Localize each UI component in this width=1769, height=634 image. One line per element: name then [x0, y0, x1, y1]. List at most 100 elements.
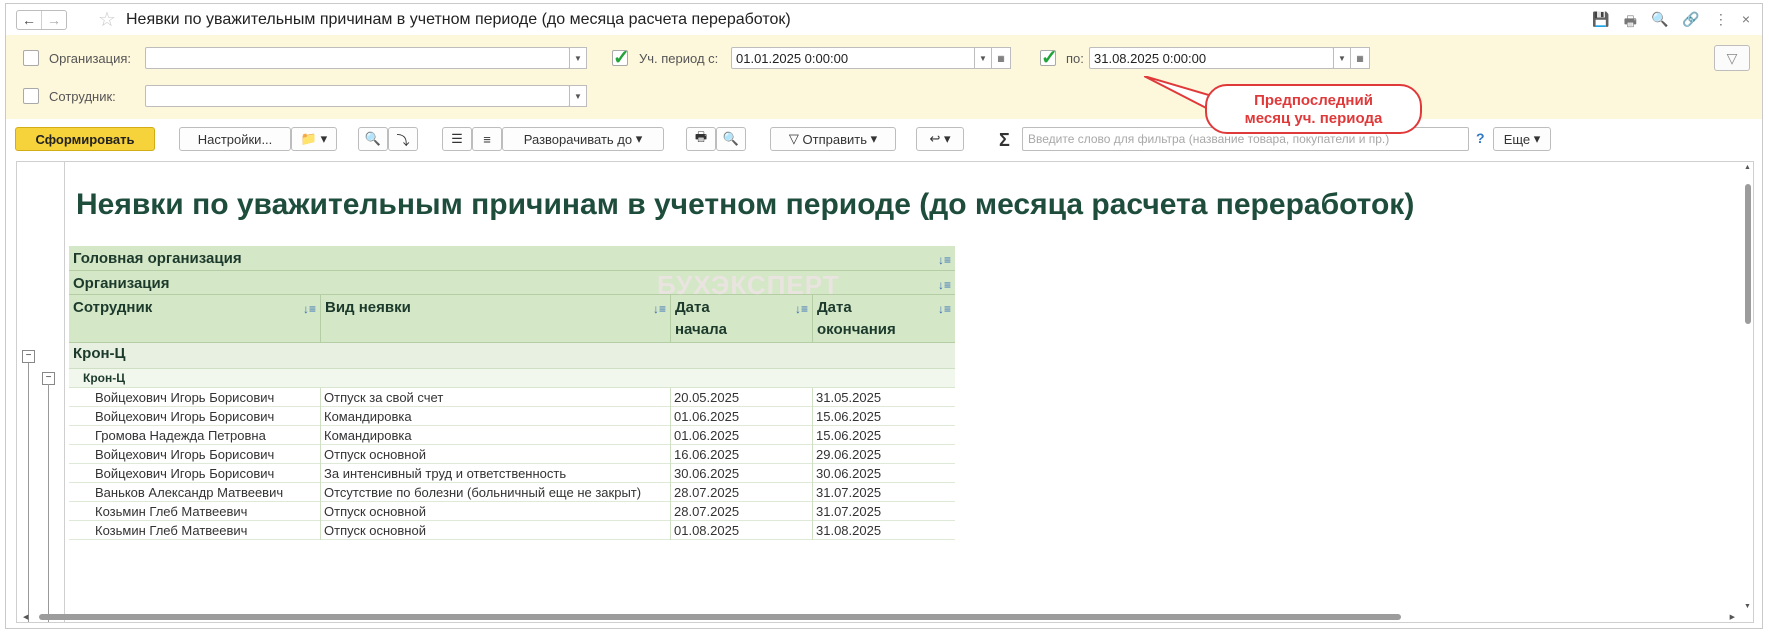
cell-end[interactable]: 31.07.2025	[813, 483, 955, 502]
cell-type[interactable]: Отсутствие по болезни (больничный еще не…	[321, 483, 671, 502]
col-employee-header[interactable]: Сотрудник ↓≡	[69, 295, 321, 342]
cell-type[interactable]: Командировка	[321, 426, 671, 445]
more-button[interactable]: Еще ▾	[1493, 127, 1551, 151]
variants-menu-button[interactable]: 📁 ▾	[291, 127, 337, 151]
period-from-dropdown-icon[interactable]: ▼	[974, 47, 992, 69]
period-from-field[interactable]: 01.01.2025 0:00:00	[731, 47, 976, 69]
scroll-down-arrow-icon[interactable]: ▼	[1744, 603, 1751, 610]
scroll-left-arrow-icon[interactable]: ◀	[23, 613, 28, 621]
table-row[interactable]: Войцехович Игорь Борисович Отпуск основно…	[69, 445, 955, 464]
vertical-scroll-thumb[interactable]	[1745, 184, 1751, 324]
close-icon[interactable]: ×	[1742, 11, 1750, 35]
more-menu-icon[interactable]: ⋮	[1714, 11, 1728, 35]
cell-end[interactable]: 29.06.2025	[813, 445, 955, 464]
table-row[interactable]: Козьмин Глеб Матвеевич Отпуск основной 01.…	[69, 521, 955, 540]
period-from-calendar-icon[interactable]: ▦	[991, 47, 1011, 69]
scroll-up-arrow-icon[interactable]: ▲	[1744, 164, 1751, 171]
col-start-header[interactable]: Дата начала ↓≡	[671, 295, 813, 342]
cell-start[interactable]: 28.07.2025	[671, 502, 813, 521]
filter-funnel-icon[interactable]: ▽	[1714, 45, 1750, 71]
sort-icon[interactable]: ↓≡	[653, 298, 666, 320]
cell-end[interactable]: 31.05.2025	[813, 388, 955, 407]
employee-field[interactable]	[145, 85, 570, 107]
sum-icon[interactable]: Σ	[999, 130, 1010, 151]
back-arrow-icon[interactable]: ←	[17, 11, 41, 29]
horizontal-scrollbar[interactable]: ◀ ▶	[17, 612, 1753, 622]
cell-employee[interactable]: Громова Надежда Петровна	[69, 426, 321, 445]
cell-employee[interactable]: Войцехович Игорь Борисович	[69, 464, 321, 483]
period-to-calendar-icon[interactable]: ▦	[1350, 47, 1370, 69]
share-button[interactable]: ↩ ▾	[916, 127, 964, 151]
cell-employee[interactable]: Войцехович Игорь Борисович	[69, 445, 321, 464]
sort-icon[interactable]: ↓≡	[303, 298, 316, 320]
scroll-right-arrow-icon[interactable]: ▶	[1730, 613, 1735, 621]
organization-dropdown-icon[interactable]: ▼	[569, 47, 587, 69]
employee-checkbox[interactable]	[23, 88, 39, 104]
group-level-2[interactable]: Крон-Ц	[69, 369, 955, 388]
horizontal-scroll-thumb[interactable]	[39, 614, 1401, 620]
sort-icon[interactable]: ↓≡	[938, 298, 951, 320]
table-row[interactable]: Войцехович Игорь Борисович За интенсивный…	[69, 464, 955, 483]
col-end-header[interactable]: Дата окончания ↓≡	[813, 295, 955, 342]
preview-button[interactable]: 🔍	[716, 127, 746, 151]
forward-arrow-icon[interactable]: →	[41, 11, 66, 29]
cell-employee[interactable]: Войцехович Игорь Борисович	[69, 388, 321, 407]
period-from-checkbox[interactable]	[612, 45, 630, 70]
cell-employee[interactable]: Козьмин Глеб Матвеевич	[69, 521, 321, 540]
print-button[interactable]: 🖶	[686, 127, 716, 151]
collapse-group-1-icon[interactable]: −	[22, 350, 35, 363]
favorite-star-icon[interactable]: ☆	[98, 7, 116, 32]
period-to-dropdown-icon[interactable]: ▼	[1333, 47, 1351, 69]
cell-end[interactable]: 31.07.2025	[813, 502, 955, 521]
employee-dropdown-icon[interactable]: ▼	[569, 85, 587, 107]
table-row[interactable]: Громова Надежда Петровна Командировка 01.0…	[69, 426, 955, 445]
preview-icon[interactable]: 🔍	[1651, 11, 1668, 35]
report-sheet[interactable]: Неявки по уважительным причинам в учетно…	[16, 161, 1754, 623]
table-row[interactable]: Войцехович Игорь Борисович Командировка 01…	[69, 407, 955, 426]
print-icon[interactable]: 🖶	[1624, 11, 1637, 35]
cell-type[interactable]: Отпуск основной	[321, 502, 671, 521]
expand-to-button[interactable]: Разворачивать до ▾	[502, 127, 664, 151]
settings-button[interactable]: Настройки...	[179, 127, 291, 151]
sort-icon[interactable]: ↓≡	[938, 274, 951, 296]
table-row[interactable]: Ваньков Александр Матвеевич Отсутствие по…	[69, 483, 955, 502]
organization-field[interactable]	[145, 47, 570, 69]
help-icon[interactable]: ?	[1476, 130, 1485, 146]
send-button[interactable]: ▽ Отправить ▾	[770, 127, 896, 151]
vertical-scrollbar[interactable]: ▲ ▼	[1743, 162, 1753, 622]
expand-all-button[interactable]: ☰	[442, 127, 472, 151]
cell-end[interactable]: 15.06.2025	[813, 407, 955, 426]
cell-end[interactable]: 31.08.2025	[813, 521, 955, 540]
cell-type[interactable]: Отпуск основной	[321, 445, 671, 464]
sort-icon[interactable]: ↓≡	[938, 249, 951, 271]
cell-employee[interactable]: Козьмин Глеб Матвеевич	[69, 502, 321, 521]
cell-start[interactable]: 20.05.2025	[671, 388, 813, 407]
cell-type[interactable]: За интенсивный труд и ответственность	[321, 464, 671, 483]
table-row[interactable]: Войцехович Игорь Борисович Отпуск за свой…	[69, 388, 955, 407]
sort-icon[interactable]: ↓≡	[795, 298, 808, 320]
cell-start[interactable]: 28.07.2025	[671, 483, 813, 502]
cell-start[interactable]: 01.08.2025	[671, 521, 813, 540]
find-next-button[interactable]: ⤵	[388, 127, 418, 151]
period-to-checkbox[interactable]	[1040, 45, 1058, 70]
find-button[interactable]: 🔍	[358, 127, 388, 151]
save-icon[interactable]: 💾	[1592, 11, 1609, 35]
cell-end[interactable]: 30.06.2025	[813, 464, 955, 483]
group-level-1[interactable]: Крон-Ц	[69, 343, 955, 369]
cell-type[interactable]: Отпуск основной	[321, 521, 671, 540]
cell-start[interactable]: 16.06.2025	[671, 445, 813, 464]
table-row[interactable]: Козьмин Глеб Матвеевич Отпуск основной 28.…	[69, 502, 955, 521]
generate-button[interactable]: Сформировать	[15, 127, 155, 151]
cell-start[interactable]: 01.06.2025	[671, 426, 813, 445]
cell-employee[interactable]: Ваньков Александр Матвеевич	[69, 483, 321, 502]
col-type-header[interactable]: Вид неявки ↓≡	[321, 295, 671, 342]
cell-employee[interactable]: Войцехович Игорь Борисович	[69, 407, 321, 426]
organization-checkbox[interactable]	[23, 50, 39, 66]
cell-start[interactable]: 01.06.2025	[671, 407, 813, 426]
cell-type[interactable]: Отпуск за свой счет	[321, 388, 671, 407]
cell-end[interactable]: 15.06.2025	[813, 426, 955, 445]
collapse-all-button[interactable]: ≡	[472, 127, 502, 151]
cell-start[interactable]: 30.06.2025	[671, 464, 813, 483]
period-to-field[interactable]: 31.08.2025 0:00:00	[1089, 47, 1334, 69]
cell-type[interactable]: Командировка	[321, 407, 671, 426]
